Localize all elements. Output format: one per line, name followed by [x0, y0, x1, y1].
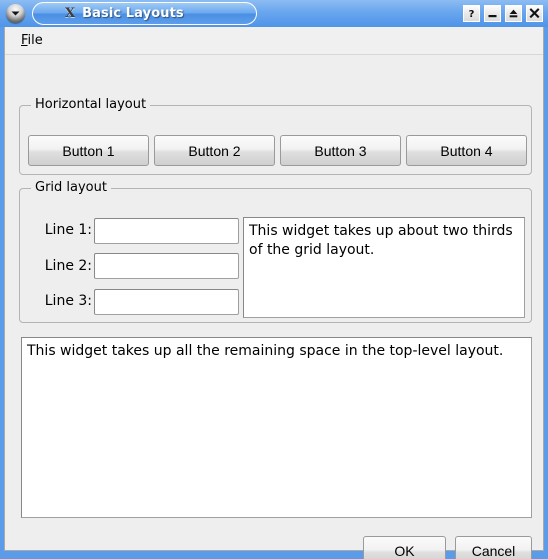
line-2-input[interactable] — [94, 253, 239, 279]
window-controls: ? — [463, 5, 543, 22]
menu-item-file[interactable]: File — [15, 31, 49, 50]
groupbox-horizontal-layout: Horizontal layout Button 1 Button 2 Butt… — [19, 97, 532, 175]
help-button[interactable]: ? — [463, 5, 480, 22]
button-4[interactable]: Button 4 — [406, 135, 527, 166]
shade-button[interactable] — [505, 5, 522, 22]
line-1-input[interactable] — [94, 218, 239, 244]
window-titlebar[interactable]: X Basic Layouts ? — [0, 0, 548, 27]
groupbox-grid-layout-title: Grid layout — [31, 180, 111, 195]
minimize-icon — [487, 8, 498, 19]
groupbox-horizontal-layout-title: Horizontal layout — [31, 97, 151, 112]
groupbox-grid-layout: Grid layout Line 1: Line 2: Line 3: This… — [19, 180, 532, 323]
line-2-label: Line 2: — [44, 258, 92, 274]
window-client-area: File Horizontal layout Button 1 Button 2… — [4, 27, 544, 559]
button-1[interactable]: Button 1 — [28, 135, 149, 166]
grid-description-textedit[interactable]: This widget takes up about two thirds of… — [243, 217, 525, 318]
chevron-down-icon — [11, 10, 20, 17]
close-x-icon — [529, 8, 540, 19]
x-logo-icon: X — [65, 6, 76, 21]
window-menu-button[interactable] — [6, 4, 25, 23]
window-title: Basic Layouts — [82, 6, 184, 21]
svg-text:?: ? — [469, 9, 475, 19]
button-3[interactable]: Button 3 — [280, 135, 401, 166]
line-1-label: Line 1: — [44, 222, 92, 238]
line-3-input[interactable] — [94, 289, 239, 315]
menu-bar: File — [5, 27, 543, 55]
menu-item-file-rest: ile — [27, 33, 43, 48]
minimize-button[interactable] — [484, 5, 501, 22]
cancel-button[interactable]: Cancel — [455, 536, 532, 559]
main-textedit[interactable]: This widget takes up all the remaining s… — [21, 337, 532, 518]
window-title-pill: X Basic Layouts — [32, 2, 257, 25]
line-3-label: Line 3: — [44, 293, 92, 309]
shade-up-icon — [508, 8, 519, 19]
button-2[interactable]: Button 2 — [154, 135, 275, 166]
close-button[interactable] — [526, 5, 543, 22]
application-window: X Basic Layouts ? File Horizontal layout… — [0, 0, 548, 559]
ok-button[interactable]: OK — [363, 536, 446, 559]
question-mark-icon: ? — [466, 8, 477, 19]
